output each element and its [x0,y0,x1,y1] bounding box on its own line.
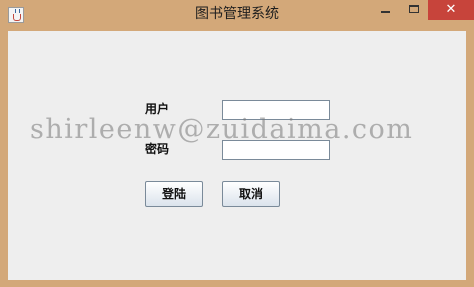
maximize-icon [409,5,419,13]
minimize-icon [381,11,390,13]
title-bar[interactable]: 图书管理系统 ✕ [0,0,474,30]
login-button[interactable]: 登陆 [145,181,203,207]
maximize-button[interactable] [400,0,428,20]
minimize-button[interactable] [370,0,400,20]
cancel-button[interactable]: 取消 [222,181,280,207]
password-field[interactable] [222,140,330,160]
username-label: 用户 [145,102,170,116]
password-label: 密码 [145,142,170,156]
login-panel: 用户 密码 登陆 取消 [8,31,466,280]
close-button[interactable]: ✕ [428,0,474,20]
close-icon: ✕ [445,2,457,17]
username-field[interactable] [222,100,330,120]
